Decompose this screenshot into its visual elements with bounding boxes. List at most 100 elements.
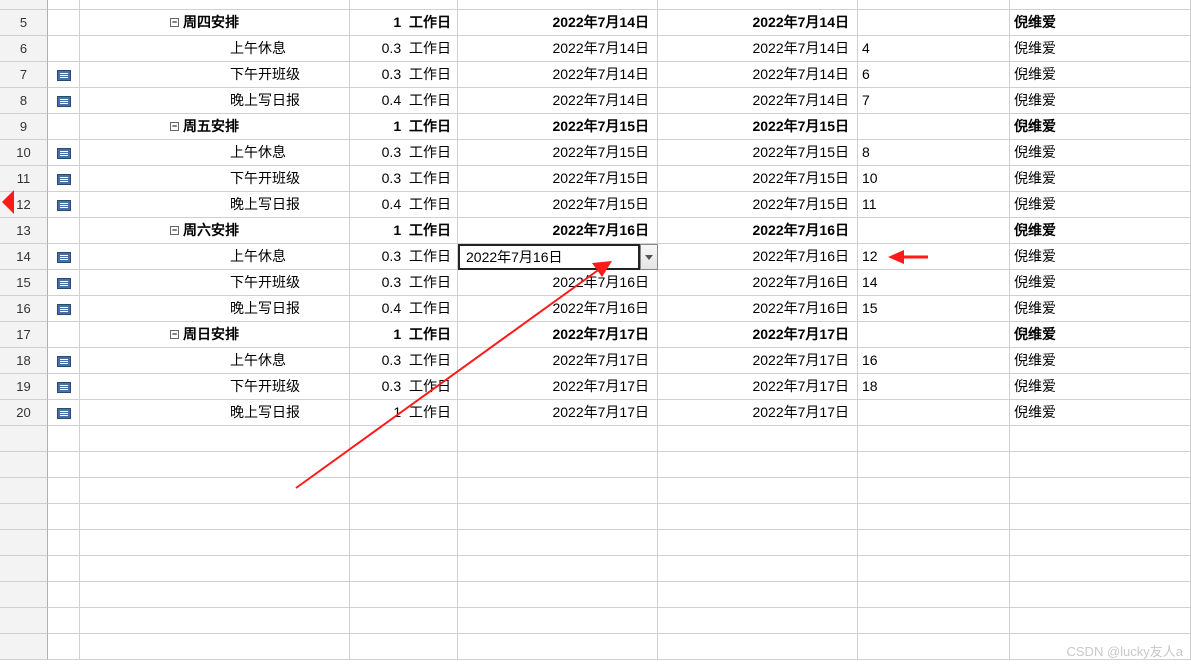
empty-cell[interactable]: [350, 530, 458, 556]
empty-cell[interactable]: [1010, 452, 1191, 478]
empty-cell[interactable]: [858, 530, 1010, 556]
task-name-cell[interactable]: 上午休息: [80, 36, 350, 62]
row-header-empty[interactable]: [0, 556, 48, 582]
duration-cell[interactable]: 1 工作日: [350, 218, 458, 244]
collapse-icon[interactable]: −: [170, 226, 179, 235]
empty-cell[interactable]: [858, 608, 1010, 634]
duration-cell[interactable]: 0.3 工作日: [350, 374, 458, 400]
empty-cell[interactable]: [48, 556, 80, 582]
empty-cell[interactable]: [658, 556, 858, 582]
duration-cell[interactable]: 0.3 工作日: [350, 270, 458, 296]
duration-cell[interactable]: 0.3 工作日: [350, 244, 458, 270]
row-header[interactable]: 18: [0, 348, 48, 374]
start-date-cell[interactable]: 2022年7月14日: [458, 10, 658, 36]
empty-cell[interactable]: [458, 452, 658, 478]
task-name-cell[interactable]: 上午休息: [80, 348, 350, 374]
empty-cell[interactable]: [1010, 608, 1191, 634]
task-name-cell[interactable]: 下午开班级: [80, 166, 350, 192]
predecessor-cell[interactable]: 8: [858, 140, 1010, 166]
empty-cell[interactable]: [858, 504, 1010, 530]
empty-cell[interactable]: [458, 608, 658, 634]
finish-date-cell[interactable]: 2022年7月14日: [658, 62, 858, 88]
finish-date-cell[interactable]: 2022年7月15日: [658, 140, 858, 166]
start-date-cell[interactable]: 2022年7月15日: [458, 114, 658, 140]
predecessor-cell[interactable]: 11: [858, 192, 1010, 218]
resource-cell[interactable]: 倪维爱: [1010, 140, 1191, 166]
finish-date-cell[interactable]: 2022年7月16日: [658, 270, 858, 296]
row-header[interactable]: 13: [0, 218, 48, 244]
resource-cell[interactable]: 倪维爱: [1010, 114, 1191, 140]
empty-cell[interactable]: [458, 582, 658, 608]
collapse-icon[interactable]: −: [170, 330, 179, 339]
empty-cell[interactable]: [350, 556, 458, 582]
row-header-empty[interactable]: [0, 426, 48, 452]
empty-cell[interactable]: [1010, 478, 1191, 504]
predecessor-cell[interactable]: [858, 218, 1010, 244]
resource-cell[interactable]: 倪维爱: [1010, 296, 1191, 322]
empty-cell[interactable]: [458, 478, 658, 504]
predecessor-cell[interactable]: [858, 114, 1010, 140]
resource-cell[interactable]: 倪维爱: [1010, 218, 1191, 244]
task-name-cell[interactable]: −周日安排: [80, 322, 350, 348]
empty-cell[interactable]: [458, 530, 658, 556]
task-name-cell[interactable]: 晚上写日报: [80, 192, 350, 218]
start-date-cell[interactable]: [458, 0, 658, 10]
empty-cell[interactable]: [80, 426, 350, 452]
start-date-cell[interactable]: 2022年7月15日: [458, 192, 658, 218]
predecessor-cell[interactable]: 12: [858, 244, 1010, 270]
start-date-cell[interactable]: 2022年7月17日: [458, 400, 658, 426]
resource-cell[interactable]: 倪维爱: [1010, 244, 1191, 270]
row-header-empty[interactable]: [0, 504, 48, 530]
predecessor-cell[interactable]: 10: [858, 166, 1010, 192]
empty-cell[interactable]: [658, 478, 858, 504]
finish-date-cell[interactable]: [658, 0, 858, 10]
start-date-cell[interactable]: 2022年7月17日: [458, 322, 658, 348]
collapse-icon[interactable]: −: [170, 122, 179, 131]
empty-cell[interactable]: [658, 634, 858, 660]
predecessor-cell[interactable]: 6: [858, 62, 1010, 88]
empty-cell[interactable]: [350, 582, 458, 608]
row-header-empty[interactable]: [0, 530, 48, 556]
predecessor-cell[interactable]: 4: [858, 36, 1010, 62]
empty-cell[interactable]: [48, 608, 80, 634]
start-date-cell[interactable]: 2022年7月16日: [458, 296, 658, 322]
start-date-cell[interactable]: 2022年7月14日: [458, 88, 658, 114]
empty-cell[interactable]: [458, 426, 658, 452]
start-date-cell[interactable]: 2022年7月17日: [458, 374, 658, 400]
empty-cell[interactable]: [350, 608, 458, 634]
row-header[interactable]: 12: [0, 192, 48, 218]
empty-cell[interactable]: [350, 426, 458, 452]
start-date-cell[interactable]: 2022年7月14日: [458, 36, 658, 62]
predecessor-cell[interactable]: 7: [858, 88, 1010, 114]
empty-cell[interactable]: [1010, 582, 1191, 608]
task-grid[interactable]: 5−周四安排1 工作日2022年7月14日2022年7月14日倪维爱6上午休息0…: [0, 0, 1191, 660]
row-header-empty[interactable]: [0, 634, 48, 660]
row-header[interactable]: 7: [0, 62, 48, 88]
empty-cell[interactable]: [80, 504, 350, 530]
empty-cell[interactable]: [48, 582, 80, 608]
empty-cell[interactable]: [80, 634, 350, 660]
row-header[interactable]: 20: [0, 400, 48, 426]
empty-cell[interactable]: [80, 582, 350, 608]
resource-cell[interactable]: 倪维爱: [1010, 88, 1191, 114]
duration-cell[interactable]: 0.3 工作日: [350, 36, 458, 62]
finish-date-cell[interactable]: 2022年7月16日: [658, 218, 858, 244]
start-date-cell[interactable]: 2022年7月17日: [458, 348, 658, 374]
finish-date-cell[interactable]: 2022年7月16日: [658, 296, 858, 322]
row-header[interactable]: [0, 0, 48, 10]
empty-cell[interactable]: [658, 452, 858, 478]
row-header-empty[interactable]: [0, 452, 48, 478]
row-header-empty[interactable]: [0, 608, 48, 634]
resource-cell[interactable]: 倪维爱: [1010, 166, 1191, 192]
finish-date-cell[interactable]: 2022年7月17日: [658, 322, 858, 348]
row-header[interactable]: 14: [0, 244, 48, 270]
start-date-cell[interactable]: 2022年7月16日: [458, 218, 658, 244]
empty-cell[interactable]: [350, 634, 458, 660]
task-name-cell[interactable]: −周五安排: [80, 114, 350, 140]
duration-cell[interactable]: 0.4 工作日: [350, 192, 458, 218]
finish-date-cell[interactable]: 2022年7月15日: [658, 192, 858, 218]
start-date-cell[interactable]: 2022年7月15日: [458, 140, 658, 166]
duration-cell[interactable]: 0.3 工作日: [350, 140, 458, 166]
task-name-cell[interactable]: 下午开班级: [80, 62, 350, 88]
duration-cell[interactable]: 1 工作日: [350, 114, 458, 140]
